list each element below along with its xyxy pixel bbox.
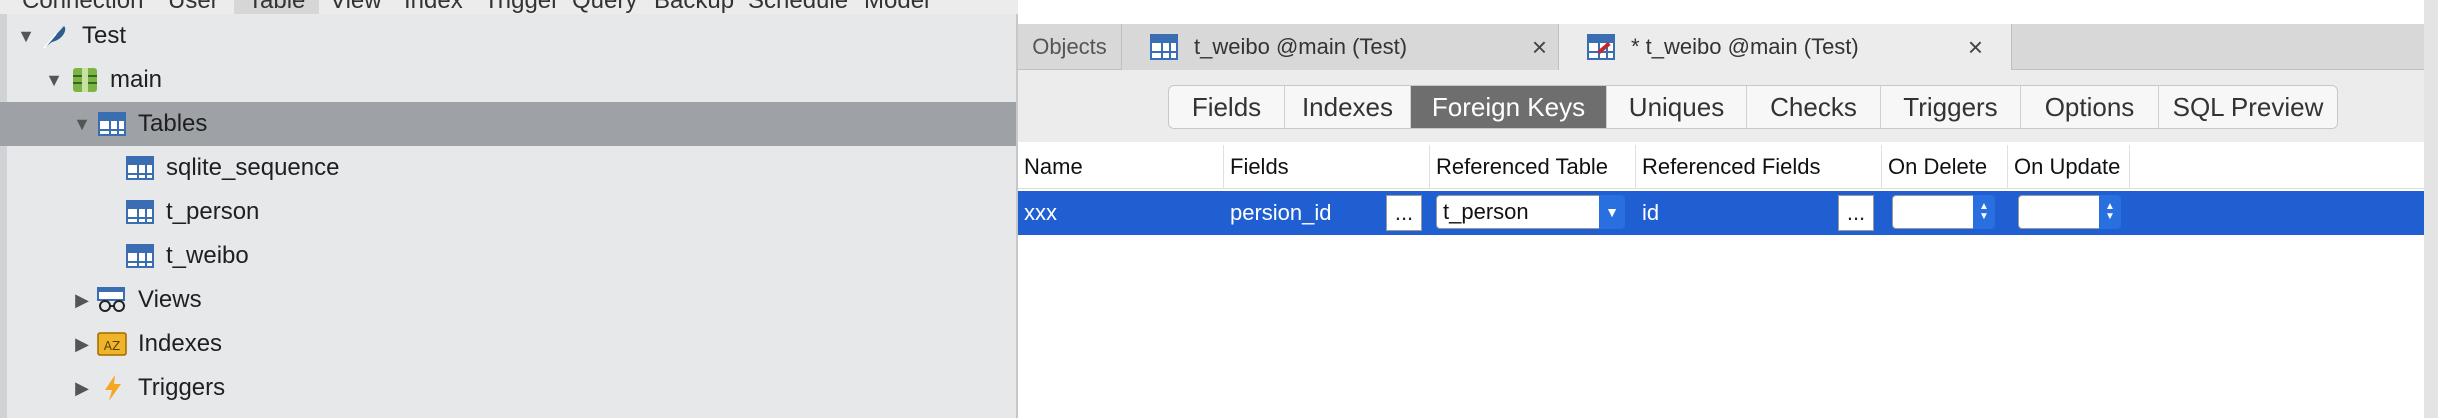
menu-backup[interactable]: Backup <box>654 0 734 14</box>
column-header-referenced-table[interactable]: Referenced Table <box>1430 145 1636 189</box>
referenced-fields-ellipsis-button[interactable]: ... <box>1838 195 1874 231</box>
database-icon <box>70 66 100 94</box>
disclosure-open-icon[interactable]: ▼ <box>16 26 36 47</box>
table-icon <box>126 156 154 180</box>
cell-referenced-fields[interactable]: id <box>1636 191 1816 235</box>
tree-table-t-weibo[interactable]: t_weibo <box>0 234 1016 278</box>
chevron-down-icon: ▼ <box>1599 195 1625 229</box>
referenced-table-select[interactable]: t_person ▼ <box>1436 195 1625 229</box>
table-icon <box>126 244 154 268</box>
tree-label-tables: Tables <box>138 110 208 137</box>
feather-icon <box>40 22 70 50</box>
column-header-on-update[interactable]: On Update <box>2008 145 2130 189</box>
tree-label-views: Views <box>138 286 202 313</box>
menu-table[interactable]: Table <box>234 0 320 14</box>
segment-uniques[interactable]: Uniques <box>1607 86 1747 128</box>
tree-group-triggers[interactable]: ▶ Triggers <box>0 366 1016 410</box>
designer-toolbar: Fields Indexes Foreign Keys Uniques Chec… <box>1018 70 2438 142</box>
tab-objects[interactable]: Objects <box>1018 24 1122 70</box>
tree-label-table: t_weibo <box>166 242 249 269</box>
column-header-name[interactable]: Name <box>1018 145 1224 189</box>
tree-group-views[interactable]: ▶ Views <box>0 278 1016 322</box>
tree-database-main[interactable]: ▼ main <box>0 58 1016 102</box>
window-right-edge <box>2424 0 2438 418</box>
table-icon <box>98 112 126 136</box>
tab-t-weibo-design-label: * t_weibo @main (Test) <box>1631 34 1859 59</box>
cell-name[interactable]: xxx <box>1018 191 1224 235</box>
tree-table-t-person[interactable]: t_person <box>0 190 1016 234</box>
foreign-key-row[interactable]: xxx persion_id ... t_person ▼ id ... ▲ ▼ … <box>1018 191 2438 235</box>
tree-group-indexes[interactable]: ▶ AZ Indexes <box>0 322 1016 366</box>
menu-user[interactable]: User <box>168 0 219 14</box>
tab-t-weibo[interactable]: t_weibo @main (Test) × <box>1122 24 1576 70</box>
close-icon[interactable]: × <box>1532 32 1547 63</box>
menu-bar: Connection User Table View Index Trigger… <box>0 0 1020 14</box>
up-down-chevron-icon: ▲ ▼ <box>1973 195 1995 229</box>
disclosure-closed-icon[interactable]: ▶ <box>72 378 92 399</box>
menu-view[interactable]: View <box>330 0 382 14</box>
tab-t-weibo-label: t_weibo @main (Test) <box>1194 34 1408 59</box>
menu-index[interactable]: Index <box>404 0 463 14</box>
fields-ellipsis-button[interactable]: ... <box>1386 195 1422 231</box>
disclosure-open-icon[interactable]: ▼ <box>72 114 92 135</box>
tree-label-indexes: Indexes <box>138 330 223 357</box>
tab-objects-label: Objects <box>1032 34 1107 59</box>
indexes-icon: AZ <box>96 330 127 358</box>
table-designer-pane: Objects t_weibo @main (Test) × * t_weibo… <box>1018 0 2438 418</box>
foreign-keys-header: Name Fields Referenced Table Referenced … <box>1018 145 2438 189</box>
menu-trigger[interactable]: Trigger <box>484 0 559 14</box>
on-update-select[interactable]: ▲ ▼ <box>2018 195 2121 229</box>
column-header-fields[interactable]: Fields <box>1224 145 1430 189</box>
segment-foreign-keys[interactable]: Foreign Keys <box>1411 86 1607 128</box>
segment-checks[interactable]: Checks <box>1747 86 1881 128</box>
disclosure-closed-icon[interactable]: ▶ <box>72 290 92 311</box>
menu-connection[interactable]: Connection <box>22 0 143 14</box>
column-header-on-delete[interactable]: On Delete <box>1882 145 2008 189</box>
views-icon <box>96 286 126 314</box>
object-navigator: ▼ Test ▼ main ▼ Tables sqlite_sequence t… <box>0 14 1016 418</box>
svg-text:AZ: AZ <box>104 339 120 353</box>
disclosure-open-icon[interactable]: ▼ <box>44 70 64 91</box>
tree-group-tables[interactable]: ▼ Tables <box>0 102 1016 146</box>
designer-segmented-control: Fields Indexes Foreign Keys Uniques Chec… <box>1168 85 2338 129</box>
column-header-referenced-fields[interactable]: Referenced Fields <box>1636 145 1882 189</box>
lightning-icon <box>100 374 130 402</box>
menu-model[interactable]: Model <box>864 0 929 14</box>
tab-bar: Objects t_weibo @main (Test) × * t_weibo… <box>1018 24 2438 70</box>
menu-schedule[interactable]: Schedule <box>748 0 848 14</box>
segment-sql-preview[interactable]: SQL Preview <box>2159 86 2337 128</box>
tree-label-database: main <box>110 66 163 93</box>
tree-table-sqlite-sequence[interactable]: sqlite_sequence <box>0 146 1016 190</box>
tree-label-table: sqlite_sequence <box>166 154 340 181</box>
referenced-table-value: t_person <box>1443 199 1529 224</box>
tree-label-table: t_person <box>166 198 260 225</box>
segment-options[interactable]: Options <box>2021 86 2159 128</box>
tree-connection-test[interactable]: ▼ Test <box>0 14 1016 58</box>
on-delete-select[interactable]: ▲ ▼ <box>1892 195 1995 229</box>
table-icon <box>126 200 154 224</box>
segment-triggers[interactable]: Triggers <box>1881 86 2021 128</box>
tree-label-triggers: Triggers <box>138 374 226 401</box>
tree-label-connection: Test <box>82 22 127 49</box>
segment-indexes[interactable]: Indexes <box>1285 86 1411 128</box>
segment-fields[interactable]: Fields <box>1169 86 1285 128</box>
tab-t-weibo-design[interactable]: * t_weibo @main (Test) × <box>1558 24 2012 70</box>
cell-fields[interactable]: persion_id <box>1224 191 1374 235</box>
disclosure-closed-icon[interactable]: ▶ <box>72 334 92 355</box>
close-icon[interactable]: × <box>1968 32 1983 63</box>
menu-query[interactable]: Query <box>572 0 637 14</box>
up-down-chevron-icon: ▲ ▼ <box>2099 195 2121 229</box>
table-icon <box>1150 34 1178 60</box>
